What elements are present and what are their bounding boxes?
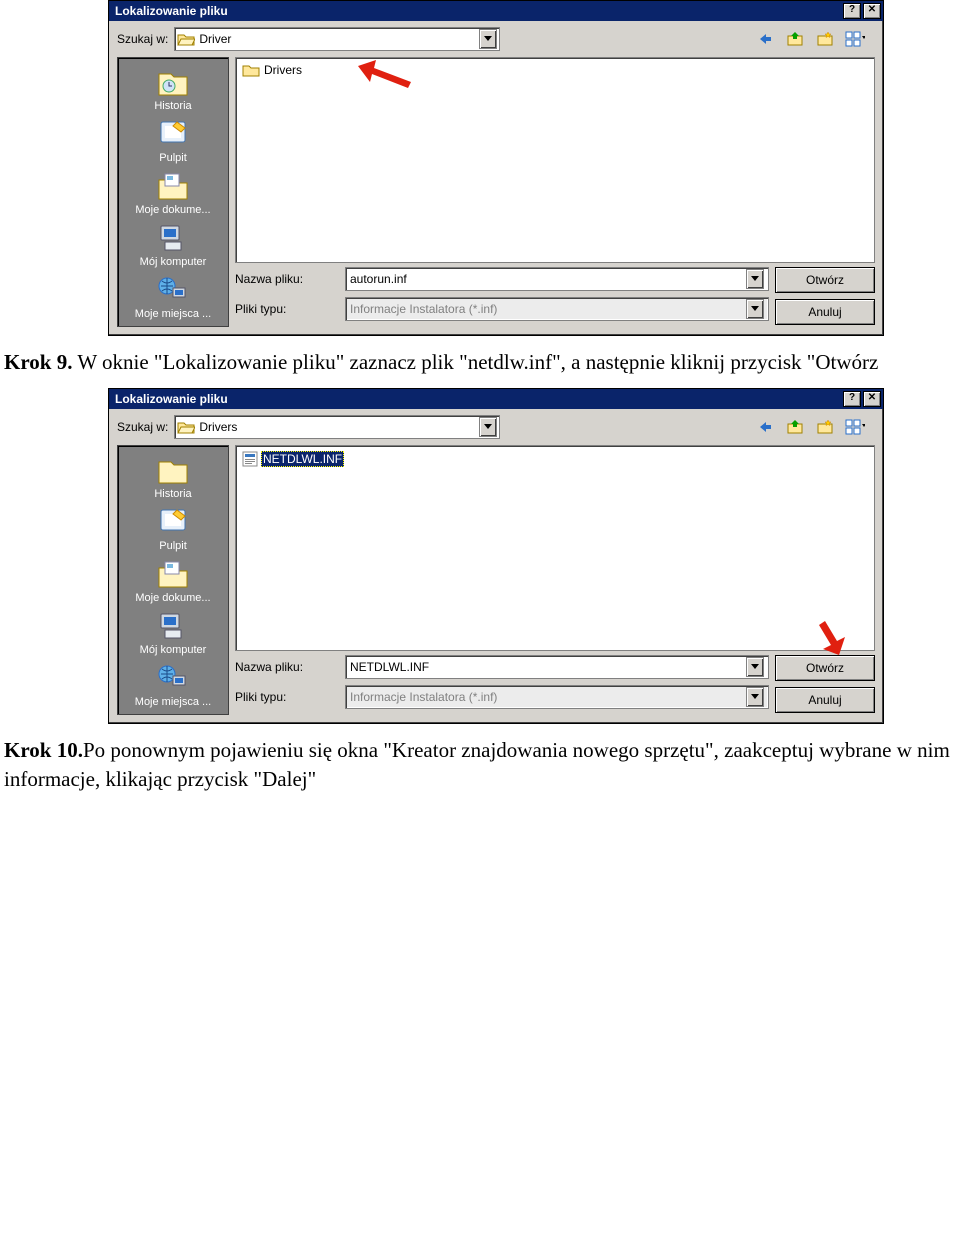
file-open-dialog-2: Lokalizowanie pliku ? ✕ Szukaj w: Driver… xyxy=(108,388,884,724)
folder-open-icon xyxy=(177,420,195,434)
sidebar-item-label: Mój komputer xyxy=(123,644,223,656)
step9-rest: W oknie "Lokalizowanie pliku" zaznacz pl… xyxy=(72,350,878,374)
file-item-label: NETDLWL.INF xyxy=(261,451,344,467)
places-bar: Historia Pulpit Moje dokume... Mój kompu… xyxy=(117,57,229,327)
list-item[interactable]: NETDLWL.INF xyxy=(240,450,346,468)
look-in-value: Driver xyxy=(199,32,479,46)
toolbar-icons xyxy=(755,417,865,437)
filename-label: Nazwa pliku: xyxy=(235,272,345,286)
filename-input[interactable]: NETDLWL.INF xyxy=(345,655,769,679)
sidebar-item-label: Moje dokume... xyxy=(123,592,223,604)
sidebar-history[interactable]: Historia xyxy=(123,452,223,500)
views-icon[interactable] xyxy=(845,29,865,49)
sidebar-item-label: Pulpit xyxy=(123,152,223,164)
filetype-combo[interactable]: Informacje Instalatora (*.inf) xyxy=(345,297,769,321)
up-one-level-icon[interactable] xyxy=(785,417,805,437)
step9-bold: Krok 9. xyxy=(4,350,72,374)
close-button[interactable]: ✕ xyxy=(863,3,881,19)
filetype-label: Pliki typu: xyxy=(235,690,345,704)
help-button[interactable]: ? xyxy=(843,3,861,19)
up-one-level-icon[interactable] xyxy=(785,29,805,49)
folder-open-icon xyxy=(177,32,195,46)
titlebar: Lokalizowanie pliku ? ✕ xyxy=(109,1,883,21)
sidebar-item-label: Historia xyxy=(123,100,223,112)
cancel-button[interactable]: Anuluj xyxy=(775,299,875,325)
look-in-combo[interactable]: Driver xyxy=(174,27,500,51)
new-folder-icon[interactable] xyxy=(815,29,835,49)
file-open-dialog-1: Lokalizowanie pliku ? ✕ Szukaj w: Driver xyxy=(108,0,884,336)
sidebar-network[interactable]: Moje miejsca ... xyxy=(123,272,223,320)
close-button[interactable]: ✕ xyxy=(863,391,881,407)
filename-value: autorun.inf xyxy=(350,272,746,286)
folder-icon xyxy=(242,63,260,77)
sidebar-item-label: Pulpit xyxy=(123,540,223,552)
sidebar-desktop[interactable]: Pulpit xyxy=(123,116,223,164)
titlebar: Lokalizowanie pliku ? ✕ xyxy=(109,389,883,409)
chevron-down-icon[interactable] xyxy=(746,687,764,707)
file-list[interactable]: NETDLWL.INF xyxy=(235,445,875,651)
filename-input[interactable]: autorun.inf xyxy=(345,267,769,291)
sidebar-desktop[interactable]: Pulpit xyxy=(123,504,223,552)
annotation-arrow-icon xyxy=(356,56,416,96)
sidebar-mydocs[interactable]: Moje dokume... xyxy=(123,556,223,604)
sidebar-item-label: Mój komputer xyxy=(123,256,223,268)
sidebar-item-label: Moje dokume... xyxy=(123,204,223,216)
sidebar-mycomputer[interactable]: Mój komputer xyxy=(123,220,223,268)
look-in-value: Drivers xyxy=(199,420,479,434)
file-list[interactable]: Drivers xyxy=(235,57,875,263)
dialog-title: Lokalizowanie pliku xyxy=(111,4,841,18)
chevron-down-icon[interactable] xyxy=(479,29,497,49)
open-button[interactable]: Otwórz xyxy=(775,267,875,293)
new-folder-icon[interactable] xyxy=(815,417,835,437)
step10-bold: Krok 10. xyxy=(4,738,83,762)
step10-rest: Po ponownym pojawieniu się okna "Kreator… xyxy=(4,738,950,790)
views-icon[interactable] xyxy=(845,417,865,437)
sidebar-item-label: Moje miejsca ... xyxy=(123,308,223,320)
sidebar-history[interactable]: Historia xyxy=(123,64,223,112)
back-icon[interactable] xyxy=(755,417,775,437)
sidebar-item-label: Historia xyxy=(123,488,223,500)
look-in-label: Szukaj w: xyxy=(117,420,168,434)
file-item-label: Drivers xyxy=(263,63,303,77)
inf-file-icon xyxy=(242,451,258,467)
open-button[interactable]: Otwórz xyxy=(775,655,875,681)
chevron-down-icon[interactable] xyxy=(746,299,764,319)
places-bar: Historia Pulpit Moje dokume... Mój kompu… xyxy=(117,445,229,715)
filetype-label: Pliki typu: xyxy=(235,302,345,316)
paragraph-step10: Krok 10.Po ponownym pojawieniu się okna … xyxy=(4,736,956,793)
filetype-value: Informacje Instalatora (*.inf) xyxy=(350,690,746,704)
sidebar-item-label: Moje miejsca ... xyxy=(123,696,223,708)
chevron-down-icon[interactable] xyxy=(746,657,764,677)
cancel-button[interactable]: Anuluj xyxy=(775,687,875,713)
dialog-title: Lokalizowanie pliku xyxy=(111,392,841,406)
back-icon[interactable] xyxy=(755,29,775,49)
chevron-down-icon[interactable] xyxy=(479,417,497,437)
look-in-combo[interactable]: Drivers xyxy=(174,415,500,439)
filetype-value: Informacje Instalatora (*.inf) xyxy=(350,302,746,316)
toolbar-icons xyxy=(755,29,865,49)
sidebar-mycomputer[interactable]: Mój komputer xyxy=(123,608,223,656)
chevron-down-icon[interactable] xyxy=(746,269,764,289)
sidebar-network[interactable]: Moje miejsca ... xyxy=(123,660,223,708)
list-item[interactable]: Drivers xyxy=(240,62,305,78)
paragraph-step9: Krok 9. W oknie "Lokalizowanie pliku" za… xyxy=(4,348,956,376)
look-in-label: Szukaj w: xyxy=(117,32,168,46)
filetype-combo[interactable]: Informacje Instalatora (*.inf) xyxy=(345,685,769,709)
sidebar-mydocs[interactable]: Moje dokume... xyxy=(123,168,223,216)
filename-value: NETDLWL.INF xyxy=(350,660,746,674)
help-button[interactable]: ? xyxy=(843,391,861,407)
filename-label: Nazwa pliku: xyxy=(235,660,345,674)
